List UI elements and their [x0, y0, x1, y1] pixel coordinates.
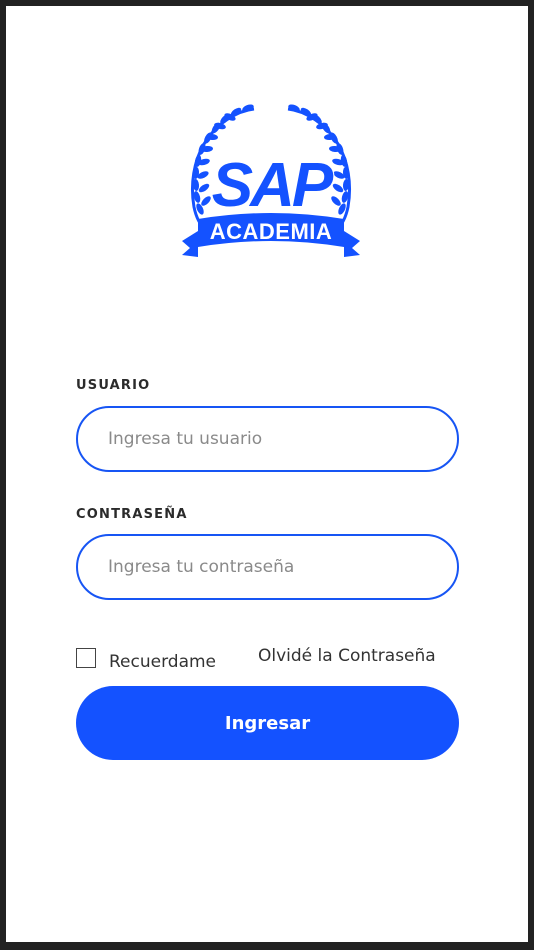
username-label: USUARIO [76, 378, 151, 393]
logo-subtitle: ACADEMIA [210, 219, 333, 244]
login-screen: SAP ACADEMIA USUARIO CONTRASEÑA Recuerda… [6, 6, 528, 942]
password-input[interactable] [76, 534, 459, 600]
logo-title: SAP [212, 151, 334, 220]
ribbon-banner: ACADEMIA [182, 213, 360, 257]
sap-academia-logo: SAP ACADEMIA [182, 104, 360, 257]
remember-label: Recuerdame [109, 652, 217, 672]
forgot-password-link[interactable]: Olvidé la Contraseña [258, 646, 436, 666]
remember-checkbox[interactable] [76, 647, 96, 668]
login-button[interactable]: Ingresar [76, 686, 459, 760]
password-label: CONTRASEÑA [76, 507, 188, 522]
username-input[interactable] [76, 406, 459, 472]
remember-me: Recuerdame [76, 643, 216, 672]
